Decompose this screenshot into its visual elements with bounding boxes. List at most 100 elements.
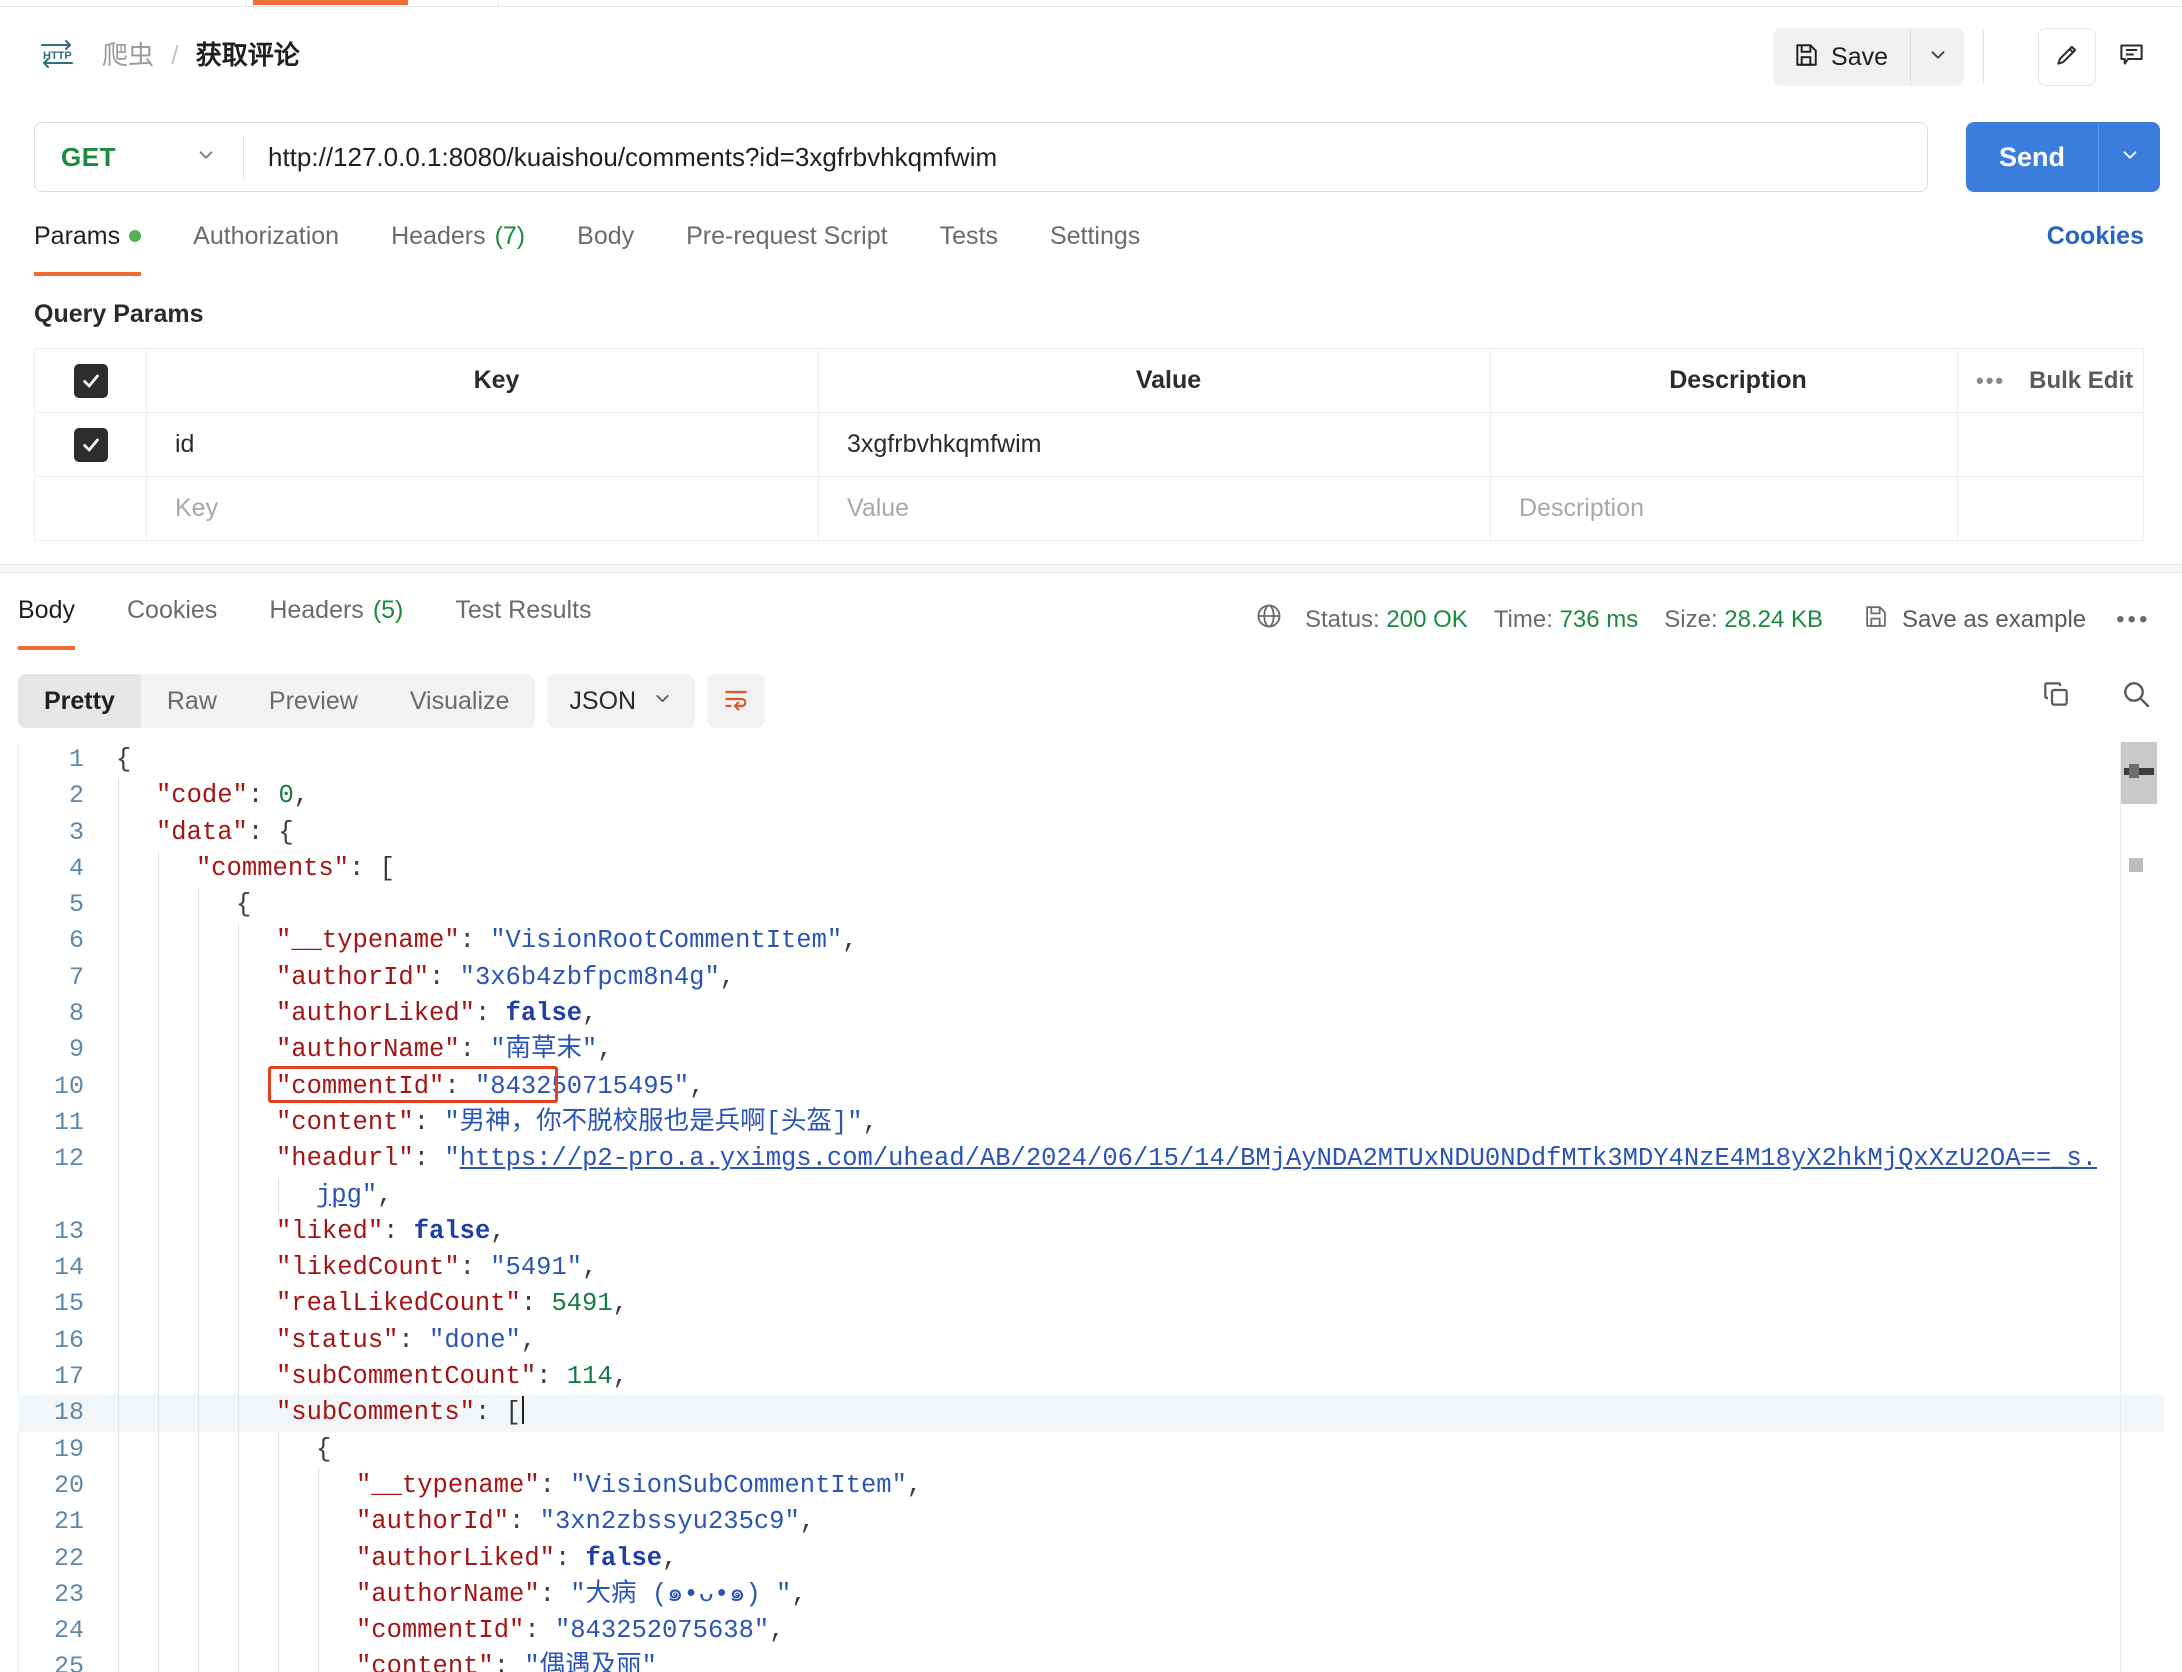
code-line[interactable]: 21 "authorId": "3xn2zbssyu235c9", [18,1504,2164,1541]
comments-button[interactable] [2102,28,2160,86]
code-line[interactable]: 18 "subComments": [ [18,1395,2164,1432]
indent-guide [238,1504,239,1541]
row-checkbox[interactable] [73,427,108,462]
code-line[interactable]: 20 "__typename": "VisionSubCommentItem", [18,1467,2164,1505]
code-line[interactable]: 24 "commentId": "843252075638", [18,1613,2164,1650]
indent-guide [198,996,199,1033]
code-line[interactable]: 23 "authorName": "大病 (๑•ᴗ•๑) ", [18,1576,2164,1614]
indent-guide [198,1286,199,1323]
url-input[interactable]: http://127.0.0.1:8080/kuaishou/comments?… [244,123,1927,191]
code-token: "VisionSubCommentItem" [570,1470,907,1500]
code-line[interactable]: 16 "status": "done", [18,1322,2164,1360]
indent-guide [238,1540,239,1577]
request-tab-authorization[interactable]: Authorization [167,222,365,276]
code-line[interactable]: 8 "authorLiked": false, [18,996,2164,1033]
indent-guide [158,1032,159,1069]
view-mode-segmented: Pretty Raw Preview Visualize [18,674,536,728]
code-line-text: "code": 0, [156,778,309,814]
copy-icon[interactable] [2040,678,2072,715]
chevron-down-icon [1927,44,1949,71]
code-line[interactable]: 4 "comments": [ [18,850,2164,888]
request-tab-bar: Params Authorization Headers (7) Body Pre-re… [34,222,2144,280]
search-icon[interactable] [2120,678,2152,715]
select-all-cell [34,348,147,413]
bulk-edit-button[interactable]: Bulk Edit [2029,367,2133,395]
word-wrap-toggle[interactable] [707,674,766,728]
response-tab-cookies[interactable]: Cookies [101,596,243,650]
new-param-description-input[interactable]: Description [1491,494,1957,523]
response-tab-body[interactable]: Body [18,596,101,650]
breadcrumb-folder[interactable]: 爬虫 [102,40,154,70]
request-tab-headers[interactable]: Headers (7) [365,222,551,276]
code-line[interactable]: 3 "data": { [18,814,2164,851]
floppy-disk-icon [1863,604,1888,636]
response-meta: Status: 200 OK Time: 736 ms Size: 28.24 … [1255,602,2150,637]
word-wrap-icon [722,685,750,718]
code-line[interactable]: 14 "likedCount": "5491", [18,1250,2164,1287]
new-param-key-input[interactable]: Key [147,494,818,523]
code-line[interactable]: 19 { [18,1431,2164,1468]
code-token: "3xn2zbssyu235c9" [539,1507,800,1537]
code-line[interactable]: 6 "__typename": "VisionRootCommentItem", [18,923,2164,960]
code-line[interactable]: 7 "authorId": "3x6b4zbfpcm8n4g", [18,959,2164,997]
response-tab-headers[interactable]: Headers (5) [243,596,429,650]
request-tab-body[interactable]: Body [551,222,660,276]
response-format-select[interactable]: JSON [547,674,696,728]
save-as-example-button[interactable]: Save as example [1863,604,2086,636]
pane-splitter[interactable] [0,564,2182,573]
code-line[interactable]: 12 "headurl": "https://p2-pro.a.yximgs.co… [18,1141,2164,1178]
request-tab-params[interactable]: Params [34,222,167,276]
code-token: "comments" [196,853,350,883]
code-line[interactable]: 15 "realLikedCount": 5491, [18,1286,2164,1323]
view-mode-raw[interactable]: Raw [141,674,243,728]
http-method-select[interactable]: GET [35,123,243,191]
code-line[interactable]: 10 "commentId": "843250715495", [18,1068,2164,1105]
code-minimap-scrollbar[interactable] [2120,742,2157,1672]
code-line[interactable]: 1{ [18,742,2164,778]
indent-guide [158,1576,159,1614]
view-mode-visualize[interactable]: Visualize [384,674,536,728]
cookies-link[interactable]: Cookies [2047,222,2144,251]
table-header-row: Key Value Description ••• Bulk Edit [34,348,2144,413]
code-line[interactable]: 25 "content": "偶遇及丽" [18,1649,2164,1672]
response-tab-test-results[interactable]: Test Results [429,596,617,650]
view-mode-pretty[interactable]: Pretty [18,674,141,728]
ellipsis-icon[interactable]: ••• [1976,368,2005,394]
line-number: 5 [68,890,84,920]
code-line[interactable]: 5{ [18,887,2164,924]
save-button-group: Save [1773,28,1964,86]
send-options-caret[interactable] [2098,122,2160,192]
code-line[interactable]: jpg", [18,1177,2164,1214]
size-badge: Size: 28.24 KB [1664,606,1823,634]
request-tab-settings[interactable]: Settings [1024,222,1166,276]
select-all-checkbox[interactable] [73,363,108,398]
save-button[interactable]: Save [1773,28,1910,86]
indent-guide [238,1359,239,1396]
code-line-text: jpg", [316,1178,393,1214]
code-line[interactable]: 11 "content": "男神，你不脱校服也是兵啊[头盔]", [18,1104,2164,1142]
time-label: Time: [1493,605,1553,633]
code-line-text: "__typename": "VisionSubCommentItem", [356,1468,922,1504]
code-token: 5491 [551,1289,613,1319]
code-line[interactable]: 22 "authorLiked": false, [18,1540,2164,1577]
code-token: "commentId" [276,1071,445,1101]
minimap-viewport[interactable] [2121,742,2157,804]
param-value-input[interactable]: 3xgfrbvhkqmfwim [819,430,1490,459]
request-tab-tests[interactable]: Tests [914,222,1024,276]
code-line[interactable]: 17 "subCommentCount": 114, [18,1359,2164,1396]
view-mode-preview[interactable]: Preview [243,674,384,728]
save-options-caret[interactable] [1910,28,1964,86]
response-body-viewer[interactable]: 1{2 "code": 0, 3 "data": {4 "comments": [5{6… [18,742,2164,1672]
response-tab-label: Headers [269,596,364,624]
code-line[interactable]: 9 "authorName": "南草末", [18,1032,2164,1069]
code-token: { [316,1434,332,1464]
send-button[interactable]: Send [1966,122,2098,192]
edit-request-button[interactable] [2038,28,2096,86]
request-tab-pre-request-script[interactable]: Pre-request Script [660,222,913,276]
code-line[interactable]: 13 "liked": false, [18,1213,2164,1251]
code-token: : [444,1071,475,1101]
new-param-value-input[interactable]: Value [819,494,1490,523]
ellipsis-icon[interactable]: ••• [2116,606,2150,634]
param-key-input[interactable]: id [147,430,818,459]
code-line[interactable]: 2 "code": 0, [18,778,2164,815]
